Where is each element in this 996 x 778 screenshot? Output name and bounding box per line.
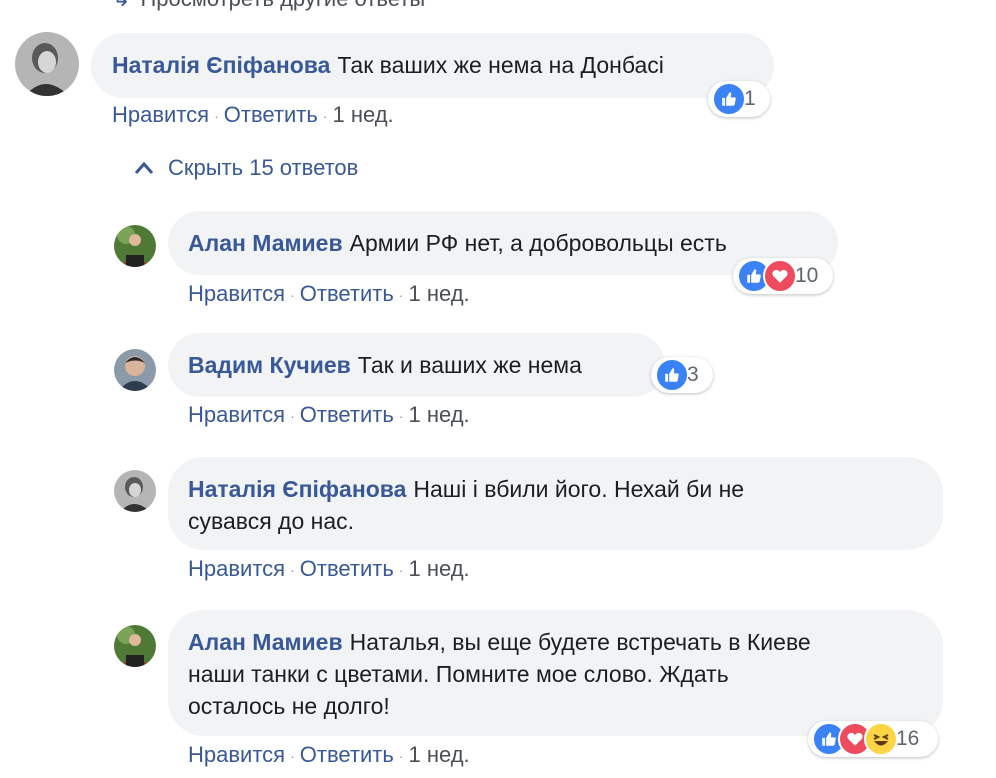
comment-actions: Нравится · Ответить · 1 нед. (188, 742, 470, 768)
comment-text: Так и ваших же нема (357, 352, 582, 378)
comment-bubble: Наталія Єпіфанова Наші і вбили його. Неха… (168, 457, 943, 550)
like-link[interactable]: Нравится (188, 742, 285, 767)
chevron-up-icon (134, 161, 154, 174)
avatar[interactable] (15, 32, 79, 96)
like-link[interactable]: Нравится (188, 281, 285, 306)
like-link[interactable]: Нравится (188, 402, 285, 427)
comment-author[interactable]: Наталія Єпіфанова (112, 52, 330, 78)
comment-author[interactable]: Вадим Кучиев (188, 352, 351, 378)
comment-text: сувався до нас. (188, 508, 355, 534)
reactions-summary[interactable]: 3 (651, 357, 713, 393)
comment-text: осталось не долго! (188, 693, 390, 719)
reply-arrow-icon: ↳ (112, 0, 130, 11)
comment-bubble: Алан Мамиев Наталья, вы еще будете встреч… (168, 610, 943, 736)
comment-bubble: Наталія Єпіфанова Так ваших же нема на До… (91, 33, 774, 98)
like-link[interactable]: Нравится (188, 556, 285, 581)
separator: · (398, 562, 404, 579)
comment-text: Наталья, вы еще будете встречать в Киеве (349, 629, 811, 655)
reaction-count: 3 (687, 363, 699, 386)
comment-actions: Нравится · Ответить · 1 нед. (112, 102, 394, 128)
separator: · (290, 287, 295, 304)
reactions-summary[interactable]: 1 (708, 81, 770, 117)
reaction-count: 16 (896, 727, 920, 750)
comment-timestamp[interactable]: 1 нед. (408, 402, 469, 427)
comment-bubble: Вадим Кучиев Так и ваших же нема (168, 333, 665, 397)
hide-replies-toggle[interactable]: Скрыть 15 ответов (134, 155, 358, 181)
separator: · (398, 287, 404, 304)
hide-replies-label: Скрыть 15 ответов (168, 155, 359, 180)
like-link[interactable]: Нравится (112, 102, 209, 127)
comment-actions: Нравится · Ответить · 1 нед. (188, 281, 470, 307)
separator: · (214, 108, 219, 125)
separator: · (290, 562, 295, 579)
reaction-count: 10 (795, 264, 819, 287)
reactions-summary[interactable]: 16 (808, 721, 938, 757)
comment-timestamp[interactable]: 1 нед. (408, 556, 469, 581)
comment-text: Наші і вбили його. Нехай би не (413, 476, 745, 502)
reply-link[interactable]: Ответить (300, 742, 394, 767)
comment-timestamp[interactable]: 1 нед. (408, 742, 469, 767)
comment-text: Армии РФ нет, а добровольцы есть (349, 230, 727, 256)
reactions-summary[interactable]: 10 (733, 258, 833, 294)
comment-author[interactable]: Алан Мамиев (188, 629, 343, 655)
avatar[interactable] (114, 349, 156, 391)
avatar[interactable] (114, 625, 156, 667)
avatar[interactable] (114, 470, 156, 512)
reply-link[interactable]: Ответить (300, 556, 394, 581)
comment-actions: Нравится · Ответить · 1 нед. (188, 556, 470, 582)
comment-timestamp[interactable]: 1 нед. (408, 281, 469, 306)
separator: · (398, 408, 404, 425)
comment-timestamp[interactable]: 1 нед. (332, 102, 393, 127)
reply-link[interactable]: Ответить (300, 281, 394, 306)
comment-text: наши танки с цветами. Помните мое слово.… (188, 661, 729, 687)
view-more-replies-label: Просмотреть другие ответы (140, 0, 425, 11)
separator: · (290, 748, 295, 765)
reaction-count: 1 (744, 87, 756, 110)
comment-actions: Нравится · Ответить · 1 нед. (188, 402, 470, 428)
reply-link[interactable]: Ответить (224, 102, 318, 127)
comment-text: Так ваших же нема на Донбасі (337, 52, 664, 78)
reply-link[interactable]: Ответить (300, 402, 394, 427)
separator: · (322, 108, 328, 125)
comment-author[interactable]: Наталія Єпіфанова (188, 476, 406, 502)
comment-author[interactable]: Алан Мамиев (188, 230, 343, 256)
avatar[interactable] (114, 225, 156, 267)
separator: · (290, 408, 295, 425)
view-more-replies[interactable]: ↳ Просмотреть другие ответы (112, 0, 425, 12)
separator: · (398, 748, 404, 765)
